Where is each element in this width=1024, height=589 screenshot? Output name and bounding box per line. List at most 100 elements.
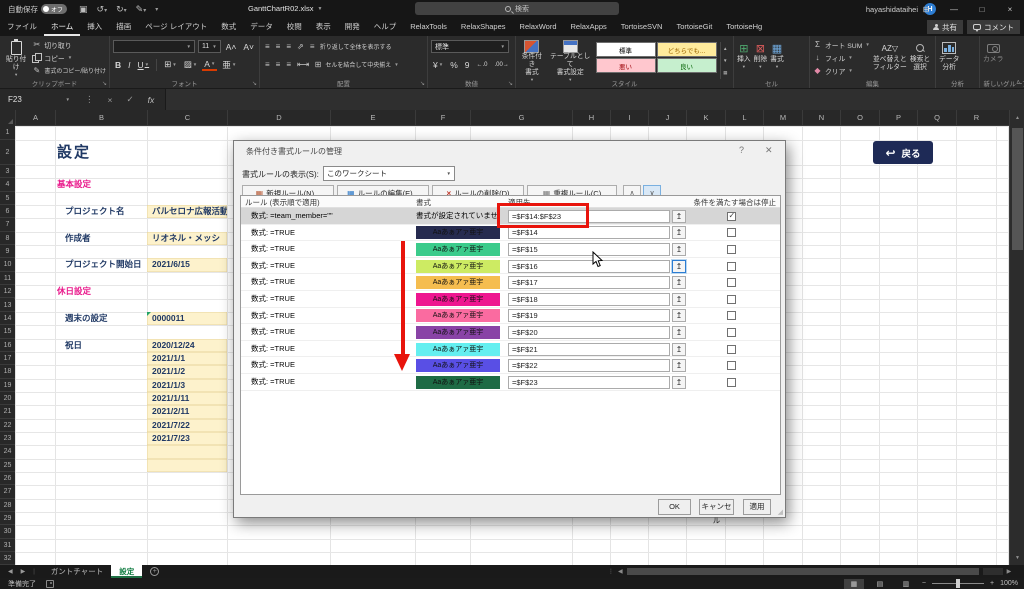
clipboard-dialog-launcher-icon[interactable]: ↘ [102, 80, 107, 87]
number-format-select[interactable]: 標準▼ [431, 40, 509, 53]
search-box[interactable]: 検索 [415, 2, 619, 15]
scroll-up-icon[interactable]: ▲ [1010, 110, 1024, 125]
merge-center-button[interactable]: ⊞セルを結合して中央揃え▼ [313, 59, 398, 70]
range-select-button[interactable]: ↥ [672, 243, 686, 256]
cancel-entry-icon[interactable]: × [108, 95, 113, 105]
column-header-J[interactable]: J [648, 110, 686, 126]
range-select-button[interactable]: ↥ [672, 326, 686, 339]
fill-button[interactable]: ↓フィル▼ [813, 52, 870, 63]
share-button[interactable]: 共有 [927, 20, 963, 34]
alignment-dialog-launcher-icon[interactable]: ↘ [420, 80, 425, 87]
zoom-in-icon[interactable]: + [990, 580, 994, 587]
stop-if-true-checkbox[interactable] [727, 278, 736, 287]
dialog-close-icon[interactable]: ✕ [765, 145, 773, 156]
row-header-4[interactable]: 4 [0, 178, 15, 191]
stop-if-true-checkbox[interactable] [727, 328, 736, 337]
font-name-select[interactable]: ▼ [113, 40, 195, 53]
cell-B12[interactable]: 休日設定 [57, 285, 91, 298]
autosum-button[interactable]: Σオート SUM▼ [813, 39, 870, 50]
column-header-E[interactable]: E [330, 110, 415, 126]
cell-B6[interactable]: プロジェクト名 [65, 205, 125, 218]
cell-B10[interactable]: プロジェクト開始日 [65, 258, 142, 271]
style-chip[interactable]: 悪い [596, 58, 656, 73]
conditional-formatting-button[interactable]: 条件付き 書式▼ [519, 39, 545, 79]
new-sheet-icon[interactable]: + [150, 567, 159, 576]
cell-C23[interactable]: 2021/7/23 [147, 432, 227, 445]
column-header-A[interactable]: A [15, 110, 55, 126]
range-select-button[interactable]: ↥ [672, 376, 686, 389]
stop-if-true-checkbox[interactable] [727, 228, 736, 237]
column-header-I[interactable]: I [610, 110, 648, 126]
row-header-16[interactable]: 16 [0, 339, 15, 352]
italic-button[interactable]: I [126, 60, 132, 70]
applies-to-input[interactable]: =$F$14:$F$23 [508, 210, 670, 223]
rule-row[interactable]: 数式: =TRUEAaあぁアァ亜宇=$F$20↥ [241, 324, 780, 341]
formula-input[interactable] [165, 89, 1024, 110]
indent-icons[interactable]: ⇤⇥ [295, 60, 310, 69]
align-top-icon[interactable]: ≡ [263, 42, 271, 51]
cell-C10[interactable]: 2021/6/15 [147, 258, 227, 271]
column-header-L[interactable]: L [725, 110, 763, 126]
applies-to-input[interactable]: =$F$16 [508, 260, 670, 273]
tab-ヘルプ[interactable]: ヘルプ [367, 18, 404, 36]
maximize-icon[interactable]: □ [968, 0, 996, 18]
user-name[interactable]: hayashidataihei [866, 5, 918, 14]
range-select-button[interactable]: ↥ [672, 210, 686, 223]
zoom-slider[interactable] [932, 583, 984, 584]
find-select-button[interactable]: 検索と 選択 [910, 39, 930, 79]
sheet-next-icon[interactable]: ▶ [21, 568, 26, 575]
vertical-scroll-thumb[interactable] [1012, 128, 1023, 250]
data-analysis-button[interactable]: データ 分析 [939, 39, 959, 79]
applies-to-input[interactable]: =$F$23 [508, 376, 670, 389]
worksheet-scope-select[interactable]: このワークシート▼ [323, 166, 455, 181]
wrap-text-button[interactable]: ≡折り返して全体を表示する [308, 41, 392, 52]
range-select-button[interactable]: ↥ [672, 260, 686, 273]
cell-B16[interactable]: 祝日 [65, 339, 82, 352]
phonetic-guide-icon[interactable]: 亜▼ [220, 59, 238, 71]
camera-button[interactable]: カメラ [983, 39, 1003, 79]
stop-if-true-checkbox[interactable] [727, 262, 736, 271]
stop-if-true-checkbox[interactable] [727, 378, 736, 387]
cell-C21[interactable]: 2021/2/11 [147, 405, 227, 418]
document-title[interactable]: GanttChartR02.xlsx▼ [248, 0, 322, 18]
column-header-P[interactable]: P [879, 110, 917, 126]
row-header-21[interactable]: 21 [0, 405, 15, 418]
cell-B4[interactable]: 基本設定 [57, 178, 91, 191]
row-header-25[interactable]: 25 [0, 459, 15, 472]
applies-to-input[interactable]: =$F$21 [508, 343, 670, 356]
row-header-1[interactable]: 1 [0, 126, 15, 140]
row-header-5[interactable]: 5 [0, 192, 15, 205]
row-header-7[interactable]: 7 [0, 218, 15, 231]
style-chip[interactable]: 標準 [596, 42, 656, 57]
cell-C8[interactable]: リオネル・メッシ [147, 232, 227, 245]
style-chip[interactable]: 良い [657, 58, 717, 73]
range-select-button[interactable]: ↥ [672, 226, 686, 239]
tab-ホーム[interactable]: ホーム [44, 18, 80, 36]
rule-row[interactable]: 数式: =TRUEAaあぁアァ亜宇=$F$23↥ [241, 374, 780, 391]
select-all-corner[interactable] [0, 110, 15, 126]
range-select-button[interactable]: ↥ [672, 343, 686, 356]
align-left-icon[interactable]: ≡ [263, 60, 271, 69]
tab-RelaxApps[interactable]: RelaxApps [564, 18, 614, 36]
cell-C25[interactable] [147, 459, 227, 472]
copy-button[interactable]: コピー▼ [32, 52, 106, 63]
row-header-17[interactable]: 17 [0, 352, 15, 365]
column-header-R[interactable]: R [956, 110, 996, 126]
tab-ページ レイアウト[interactable]: ページ レイアウト [138, 18, 214, 36]
page-layout-view-icon[interactable]: ▤ [870, 579, 890, 589]
style-chip[interactable]: どちらでも... [657, 42, 717, 57]
tab-TortoiseGit[interactable]: TortoiseGit [669, 18, 719, 36]
horizontal-scroll-thumb[interactable] [627, 568, 979, 575]
tab-表示[interactable]: 表示 [309, 18, 338, 36]
clear-button[interactable]: ◆クリア▼ [813, 65, 870, 76]
underline-button[interactable]: U▼ [136, 60, 152, 70]
format-as-table-button[interactable]: テーブルとして 書式設定▼ [548, 39, 593, 79]
column-header-N[interactable]: N [802, 110, 840, 126]
format-cells-button[interactable]: ▦書式▼ [770, 39, 784, 79]
decrease-font-icon[interactable]: A˅ [241, 42, 256, 52]
range-select-button[interactable]: ↥ [672, 276, 686, 289]
rule-row[interactable]: 数式: =TRUEAaあぁアァ亜宇=$F$18↥ [241, 291, 780, 308]
font-dialog-launcher-icon[interactable]: ↘ [252, 80, 257, 87]
close-icon[interactable]: × [996, 0, 1024, 18]
zoom-out-icon[interactable]: − [922, 580, 926, 587]
